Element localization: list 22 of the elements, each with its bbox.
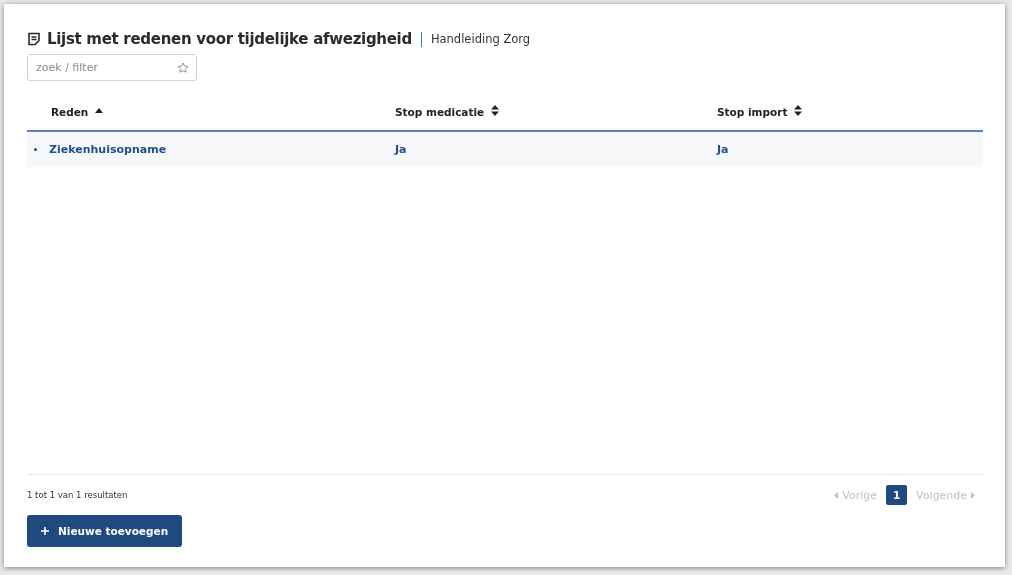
page-title: Lijst met redenen voor tijdelijke afwezigheid [47,30,412,48]
add-button[interactable]: Nieuwe toevoegen [27,515,183,547]
search-field[interactable]: zoek / filter [27,54,197,81]
page-button[interactable]: 1 [886,485,908,505]
table-row[interactable]: Ziekenhuisopname Ja Ja [27,132,983,167]
table-cell: Ziekenhuisopname [49,143,167,156]
caret-left-icon [834,491,839,499]
column-header[interactable]: Stop medicatie [395,105,485,118]
sort-icon[interactable] [794,104,803,116]
table-cell: Ja [717,143,729,156]
bullet-icon [34,148,37,151]
results-summary: 1 tot 1 van 1 resultaten [27,490,128,500]
sort-ascending-icon[interactable] [95,107,104,113]
sort-icon[interactable] [491,104,500,116]
caret-right-icon [971,491,975,499]
page-subtitle: Handleiding Zorg [430,32,531,46]
table-cell: Ja [395,143,407,156]
document-icon [27,32,41,46]
column-header[interactable]: Stop import [717,105,788,118]
plus-icon [41,527,49,535]
star-icon[interactable] [177,62,189,74]
column-header[interactable]: Reden [51,105,89,118]
